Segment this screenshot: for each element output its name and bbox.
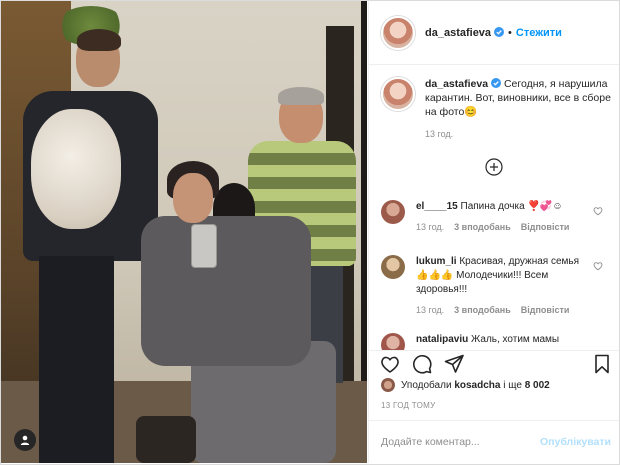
comment-item: el____15 Папина дочка ❣️💞☺ 13 год. 3 впо… <box>381 200 607 234</box>
verified-badge-icon <box>491 78 502 88</box>
add-comment-bar: Додайте коментар... Опублікувати <box>369 420 619 463</box>
woman-with-phone-figure <box>141 216 311 366</box>
comment-username[interactable]: lukum_li <box>416 256 457 267</box>
woman-head <box>173 173 213 223</box>
liker-avatar[interactable] <box>381 378 395 392</box>
comment-item: lukum_li Красивая, дружная семья 👍👍👍 Мол… <box>381 255 607 317</box>
caption-avatar[interactable] <box>381 77 415 111</box>
young-man-legs <box>39 256 114 463</box>
publish-button[interactable]: Опублікувати <box>540 436 611 448</box>
young-man-hair <box>77 29 121 51</box>
caption-emoji: 😊 <box>464 106 478 118</box>
share-icon[interactable] <box>443 353 465 375</box>
comment-time[interactable]: 13 год. <box>416 220 444 234</box>
load-more-icon[interactable] <box>485 158 503 176</box>
caption-time[interactable]: 13 год. <box>425 127 611 141</box>
comment-text: Папина дочка <box>460 201 525 212</box>
user-tag-icon[interactable] <box>14 429 36 451</box>
comment-item: natalipaviu Жаль, хотим мамы <box>381 333 607 350</box>
bag <box>136 416 196 463</box>
reply-button[interactable]: Відповісти <box>521 220 570 234</box>
post-timestamp[interactable]: 13 ГОД ТОМУ <box>381 401 436 410</box>
author-avatar[interactable] <box>381 15 415 50</box>
author-username[interactable]: da_astafieva <box>425 26 505 39</box>
reply-button[interactable]: Відповісти <box>521 303 570 317</box>
post-details-panel: da_astafieva • Стежити da_astafieva Сего… <box>368 1 619 463</box>
commenter-avatar[interactable] <box>381 333 405 350</box>
post-actions <box>369 350 619 375</box>
bookmark-icon[interactable] <box>591 353 613 375</box>
post-photo[interactable] <box>1 1 367 463</box>
comment-username[interactable]: el____15 <box>416 201 458 212</box>
heart-icon[interactable] <box>379 353 401 375</box>
comment-time[interactable]: 13 год. <box>416 303 444 317</box>
comment-input[interactable]: Додайте коментар... <box>381 436 540 448</box>
comment-icon[interactable] <box>411 353 433 375</box>
likes-connector: і ще <box>503 379 522 391</box>
caption-username[interactable]: da_astafieva <box>425 78 488 90</box>
comment-text: Жаль, хотим мамы <box>471 334 560 345</box>
separator-dot: • <box>508 26 512 39</box>
comment-likes[interactable]: 3 вподобань <box>454 303 511 317</box>
comment-emoji: ❣️💞☺ <box>527 201 563 212</box>
likes-prefix: Уподобали <box>401 379 452 391</box>
comments-section: da_astafieva Сегодня, я нарушила каранти… <box>369 65 619 350</box>
post-header: da_astafieva • Стежити <box>369 1 619 65</box>
verified-badge-icon <box>494 26 505 37</box>
commenter-avatar[interactable] <box>381 200 405 224</box>
comment-username[interactable]: natalipaviu <box>416 334 468 345</box>
likes-count[interactable]: 8 002 <box>525 380 550 391</box>
smartphone <box>191 224 217 268</box>
liker-username[interactable]: kosadcha <box>454 380 500 391</box>
comment-likes[interactable]: 3 вподобань <box>454 220 511 234</box>
follow-button[interactable]: Стежити <box>516 27 562 39</box>
heart-icon[interactable] <box>593 261 603 271</box>
likes-summary: Уподобали kosadcha і ще 8 002 <box>381 378 615 392</box>
older-man-hair <box>278 87 324 105</box>
heart-icon[interactable] <box>593 206 603 216</box>
commenter-avatar[interactable] <box>381 255 405 279</box>
white-dog <box>31 109 121 229</box>
post-caption: da_astafieva Сегодня, я нарушила каранти… <box>381 77 611 141</box>
